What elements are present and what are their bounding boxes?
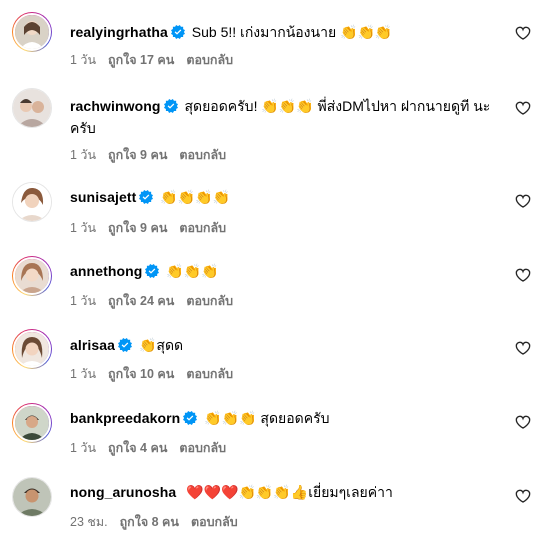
comment-time[interactable]: 1 วัน xyxy=(70,438,96,458)
avatar[interactable] xyxy=(12,182,52,222)
comment-time[interactable]: 1 วัน xyxy=(70,145,96,165)
comment-likes[interactable]: ถูกใจ 24 คน xyxy=(108,291,174,311)
comment-text: Sub 5!! เก่งมากน้องนาย 👏👏👏 xyxy=(191,24,393,40)
comment-username[interactable]: rachwinwong xyxy=(70,98,161,114)
comment-time[interactable]: 1 วัน xyxy=(70,218,96,238)
comment-username[interactable]: annethong xyxy=(70,263,142,279)
comment-likes[interactable]: ถูกใจ 9 คน xyxy=(108,218,167,238)
comment-username[interactable]: alrisaa xyxy=(70,337,115,353)
reply-button[interactable]: ตอบกลับ xyxy=(179,438,226,458)
verified-badge-icon xyxy=(145,264,159,278)
comment-text: 👏สุดด xyxy=(138,337,184,353)
heart-outline-icon[interactable] xyxy=(515,414,531,430)
comment-username[interactable]: bankpreedakorn xyxy=(70,410,180,426)
comment-text: 👏👏👏 xyxy=(166,263,219,279)
heart-outline-icon[interactable] xyxy=(515,193,531,209)
comment-username[interactable]: sunisajett xyxy=(70,189,136,205)
verified-badge-icon xyxy=(171,25,185,39)
avatar[interactable] xyxy=(12,403,52,443)
comment-likes[interactable]: ถูกใจ 8 คน xyxy=(120,512,179,532)
comment-time[interactable]: 1 วัน xyxy=(70,50,96,70)
heart-outline-icon[interactable] xyxy=(515,25,531,41)
comment-likes[interactable]: ถูกใจ 4 คน xyxy=(108,438,167,458)
avatar[interactable] xyxy=(12,256,52,296)
heart-outline-icon[interactable] xyxy=(515,100,531,116)
avatar[interactable] xyxy=(12,12,52,52)
heart-outline-icon[interactable] xyxy=(515,340,531,356)
avatar[interactable] xyxy=(12,477,52,517)
comment-text: 👏👏👏👏 xyxy=(160,189,230,205)
comment-likes[interactable]: ถูกใจ 17 คน xyxy=(108,50,174,70)
reply-button[interactable]: ตอบกลับ xyxy=(191,512,238,532)
heart-outline-icon[interactable] xyxy=(515,267,531,283)
verified-badge-icon xyxy=(183,411,197,425)
heart-outline-icon[interactable] xyxy=(515,488,531,504)
comment-text: 👏👏👏 สุดยอดครับ xyxy=(204,410,330,426)
comment-likes[interactable]: ถูกใจ 10 คน xyxy=(108,364,174,384)
comment-username[interactable]: nong_arunosha xyxy=(70,484,176,500)
reply-button[interactable]: ตอบกลับ xyxy=(179,218,226,238)
verified-badge-icon xyxy=(139,190,153,204)
comment-text: ❤️❤️❤️👏👏👏👍เยี่ยมๆเลยค่าา xyxy=(186,484,393,500)
comment-time[interactable]: 1 วัน xyxy=(70,291,96,311)
avatar[interactable] xyxy=(12,88,52,128)
avatar[interactable] xyxy=(12,329,52,369)
reply-button[interactable]: ตอบกลับ xyxy=(186,50,233,70)
verified-badge-icon xyxy=(118,338,132,352)
reply-button[interactable]: ตอบกลับ xyxy=(179,145,226,165)
verified-badge-icon xyxy=(164,99,178,113)
comment-likes[interactable]: ถูกใจ 9 คน xyxy=(108,145,167,165)
comment-time[interactable]: 23 ชม. xyxy=(70,512,108,532)
comment-time[interactable]: 1 วัน xyxy=(70,364,96,384)
comment-username[interactable]: realyingrhatha xyxy=(70,24,168,40)
reply-button[interactable]: ตอบกลับ xyxy=(186,291,233,311)
reply-button[interactable]: ตอบกลับ xyxy=(186,364,233,384)
